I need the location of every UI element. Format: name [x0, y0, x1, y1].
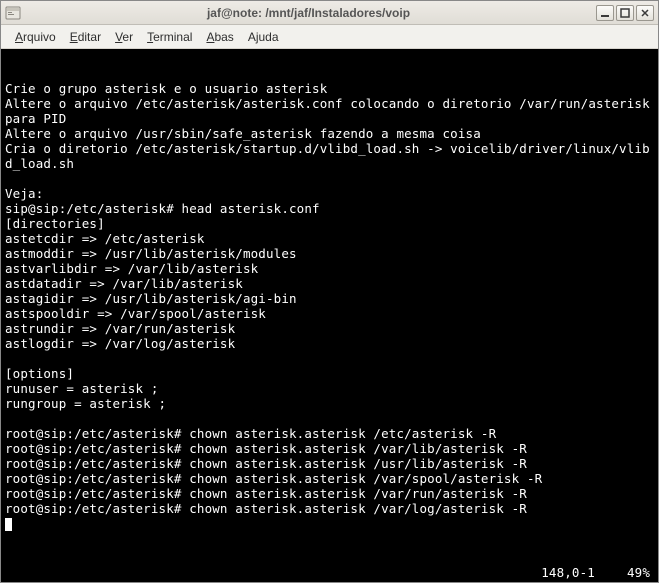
menu-label: bas: [214, 30, 233, 44]
terminal-output: Crie o grupo asterisk e o usuario asteri…: [5, 81, 654, 516]
menu-abas[interactable]: Abas: [200, 28, 239, 46]
menu-label: ditar: [78, 30, 101, 44]
menu-label: er: [122, 30, 133, 44]
status-line: 148,0-1 49%: [541, 565, 650, 580]
maximize-button[interactable]: [616, 5, 634, 21]
window-title: jaf@note: /mnt/jaf/Instaladores/voip: [25, 6, 592, 20]
status-percent: 49%: [627, 565, 650, 580]
menu-ver[interactable]: Ver: [109, 28, 139, 46]
terminal[interactable]: Crie o grupo asterisk e o usuario asteri…: [1, 49, 658, 582]
menubar: Arquivo Editar Ver Terminal Abas Ajuda: [1, 25, 658, 49]
window-buttons: [596, 5, 654, 21]
menu-label: uda: [259, 30, 279, 44]
app-icon: [5, 5, 21, 21]
terminal-cursor: [5, 518, 12, 531]
status-position: 148,0-1: [541, 565, 595, 580]
menu-arquivo[interactable]: Arquivo: [9, 28, 62, 46]
menu-terminal[interactable]: Terminal: [141, 28, 198, 46]
window: jaf@note: /mnt/jaf/Instaladores/voip Arq…: [0, 0, 659, 583]
titlebar: jaf@note: /mnt/jaf/Instaladores/voip: [1, 1, 658, 25]
menu-editar[interactable]: Editar: [64, 28, 107, 46]
minimize-button[interactable]: [596, 5, 614, 21]
menu-label: rquivo: [23, 30, 56, 44]
menu-ajuda[interactable]: Ajuda: [242, 28, 285, 46]
close-button[interactable]: [636, 5, 654, 21]
menu-label: erminal: [153, 30, 192, 44]
